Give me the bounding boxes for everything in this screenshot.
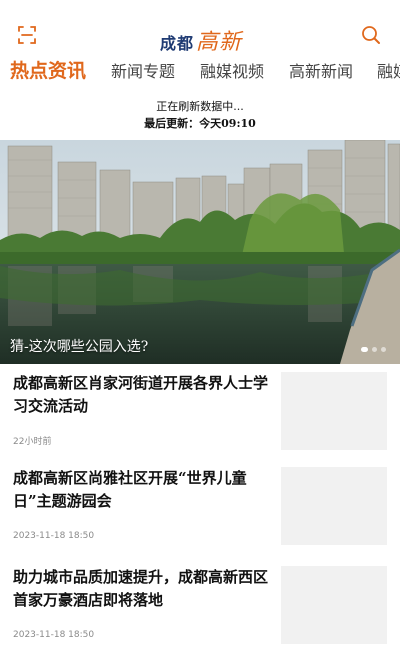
logo-text-gaoxin: 高新 xyxy=(196,30,243,55)
search-icon[interactable] xyxy=(360,24,382,46)
news-thumbnail xyxy=(281,467,387,545)
category-tabs: 热点资讯 新闻专题 融媒视频 高新新闻 融媒 xyxy=(0,58,400,88)
tab-gaoxin-news[interactable]: 高新新闻 xyxy=(289,58,353,82)
carousel-dot xyxy=(381,347,386,352)
banner-carousel[interactable]: 猜-这次哪些公园入选? xyxy=(0,140,400,364)
tab-media-more[interactable]: 融媒 xyxy=(377,58,400,82)
carousel-dot xyxy=(361,347,368,352)
news-title: 成都高新区尚雅社区开展“世界儿童日”主题游园会 xyxy=(13,469,247,510)
news-title: 助力城市品质加速提升，成都高新西区首家万豪酒店即将落地 xyxy=(13,568,269,609)
refresh-status: 正在刷新数据中... 最后更新：今天09:10 xyxy=(0,98,400,132)
tab-news-topics[interactable]: 新闻专题 xyxy=(111,58,175,82)
news-thumbnail xyxy=(281,372,387,450)
news-item[interactable]: 成都高新区尚雅社区开展“世界儿童日”主题游园会 2023-11-18 18:50 xyxy=(0,467,400,565)
scan-icon[interactable] xyxy=(16,24,38,46)
carousel-dot xyxy=(372,347,377,352)
news-item[interactable]: 成都高新区肖家河街道开展各界人士学习交流活动 22小时前 xyxy=(0,372,400,470)
news-item[interactable]: 助力城市品质加速提升，成都高新西区首家万豪酒店即将落地 2023-11-18 1… xyxy=(0,566,400,664)
last-update-text: 最后更新：今天09:10 xyxy=(144,117,256,130)
tab-media-video[interactable]: 融媒视频 xyxy=(200,58,264,82)
news-time: 2023-11-18 18:50 xyxy=(13,531,95,541)
carousel-indicator xyxy=(361,347,386,352)
news-thumbnail xyxy=(281,566,387,644)
news-time: 2023-11-18 18:50 xyxy=(13,630,95,640)
app-logo: 成都 高新 xyxy=(160,24,242,55)
tab-hot-news[interactable]: 热点资讯 xyxy=(10,58,86,83)
logo-text-chengdu: 成都 xyxy=(160,34,195,53)
banner-caption: 猜-这次哪些公园入选? xyxy=(10,339,149,355)
refresh-status-text: 正在刷新数据中... xyxy=(156,100,244,113)
app-header: 成都 高新 xyxy=(0,0,400,56)
news-title: 成都高新区肖家河街道开展各界人士学习交流活动 xyxy=(13,374,269,415)
banner-image xyxy=(0,140,400,364)
news-time: 22小时前 xyxy=(13,437,52,447)
